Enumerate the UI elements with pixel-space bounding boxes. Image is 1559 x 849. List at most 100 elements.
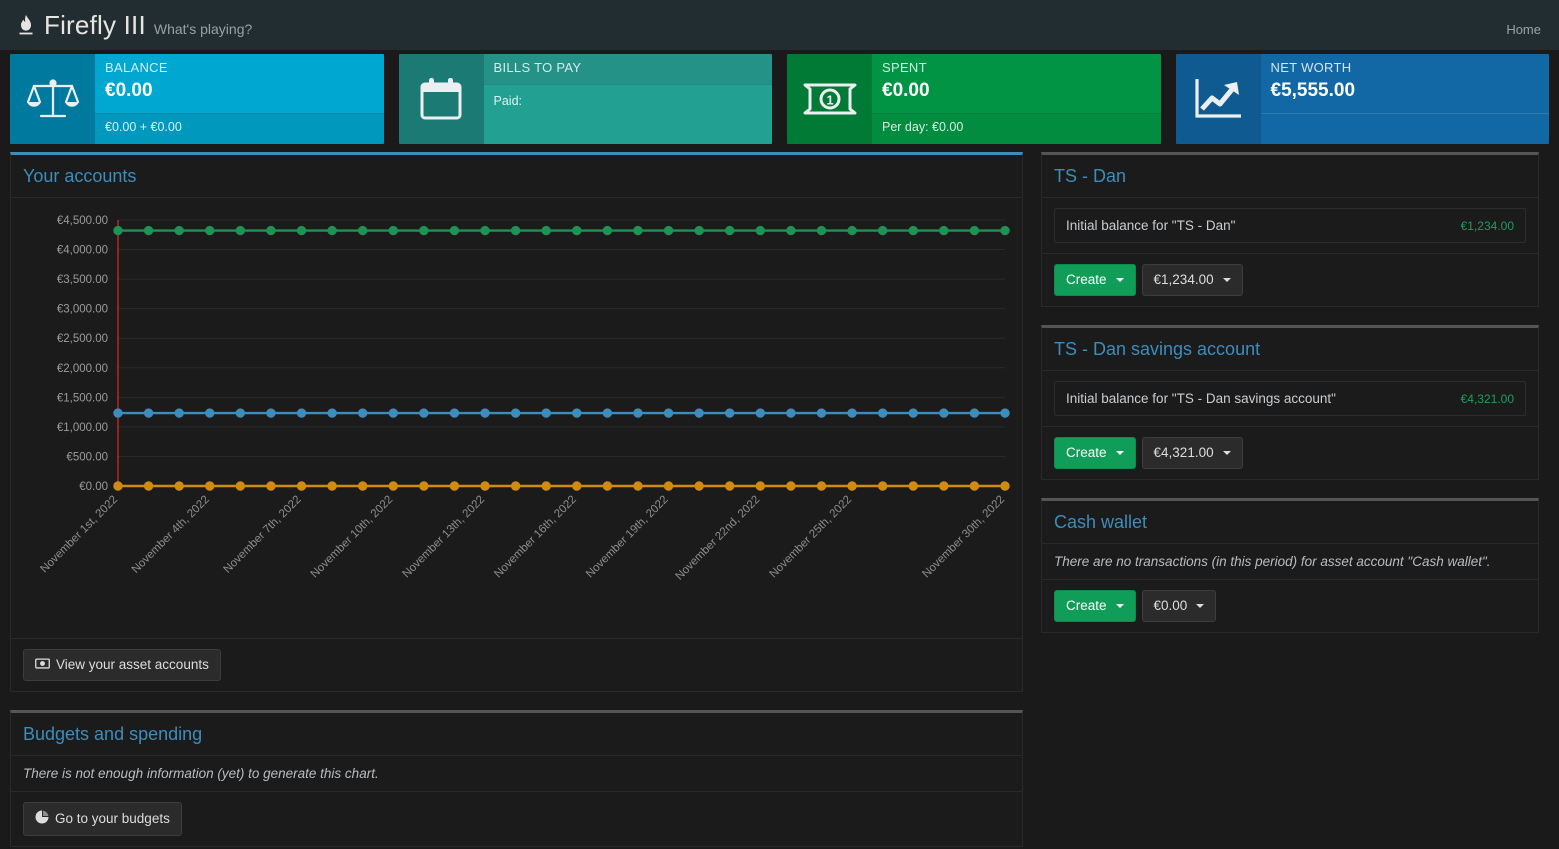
- accounts-chart-body: €0.00 €500.00 €1,000.00 €1,500.00 €2,000.00 €…: [11, 198, 1022, 638]
- info-box-row: BALANCE €0.00 €0.00 + €0.00 BILLS TO PAY…: [0, 50, 1559, 144]
- info-box-value: €5,555.00: [1270, 80, 1356, 101]
- brand-subtitle: What's playing?: [153, 20, 253, 37]
- right-column: TS - Dan Initial balance for "TS - Dan" …: [1041, 152, 1539, 651]
- panel-footer: Go to your budgets: [11, 791, 1022, 846]
- flame-icon: [16, 14, 36, 38]
- account-balance-dropdown[interactable]: €4,321.00: [1141, 437, 1243, 469]
- transaction-row[interactable]: Initial balance for "TS - Dan savings ac…: [1054, 381, 1526, 416]
- budgets-title[interactable]: Budgets and spending: [23, 724, 202, 744]
- panel-footer: View your asset accounts: [11, 638, 1022, 691]
- panel-footer: Create €1,234.00: [1042, 253, 1538, 306]
- account-title[interactable]: Cash wallet: [1054, 512, 1147, 532]
- chevron-down-icon: [1115, 451, 1124, 455]
- svg-text:€4,000.00: €4,000.00: [57, 245, 108, 257]
- account-card-ts-dan-savings: TS - Dan savings account Initial balance…: [1041, 325, 1539, 480]
- account-balance-dropdown[interactable]: €1,234.00: [1141, 264, 1243, 296]
- svg-text:1: 1: [826, 93, 833, 108]
- svg-text:November 22nd, 2022: November 22nd, 2022: [673, 494, 762, 583]
- panel-header: Your accounts: [11, 155, 1022, 198]
- info-box-label: SPENT: [882, 60, 927, 75]
- create-label: Create: [1066, 445, 1107, 460]
- money-bill-icon: 1: [787, 54, 872, 144]
- brand-logo[interactable]: Firefly III What's playing?: [16, 10, 252, 41]
- main-content: Your accounts €0.00 €500.00 €1,000.00 €1,50…: [0, 144, 1559, 849]
- create-label: Create: [1066, 272, 1107, 287]
- info-box-footer: €0.00 + €0.00: [95, 113, 384, 144]
- transaction-description: Initial balance for "TS - Dan": [1066, 218, 1236, 233]
- info-box-label: NET WORTH: [1270, 60, 1352, 75]
- button-label: View your asset accounts: [56, 657, 209, 672]
- chevron-down-icon: [1222, 278, 1231, 282]
- svg-text:€1,500.00: €1,500.00: [57, 392, 108, 404]
- panel-footer: Create €4,321.00: [1042, 426, 1538, 479]
- info-box-value: €0.00: [105, 80, 153, 101]
- account-title[interactable]: TS - Dan: [1054, 166, 1126, 186]
- panel-header: Cash wallet: [1042, 501, 1538, 544]
- accounts-chart[interactable]: €0.00 €500.00 €1,000.00 €1,500.00 €2,000.00 €…: [23, 208, 1010, 628]
- create-button[interactable]: Create: [1054, 590, 1136, 622]
- info-box-label: BALANCE: [105, 60, 168, 75]
- button-row: Create €4,321.00: [1054, 437, 1526, 469]
- top-navbar: Firefly III What's playing? Home: [0, 0, 1559, 50]
- button-label: Go to your budgets: [55, 811, 170, 826]
- account-title[interactable]: TS - Dan savings account: [1054, 339, 1260, 359]
- info-box-label: BILLS TO PAY: [493, 60, 582, 75]
- svg-text:November 30th, 2022: November 30th, 2022: [920, 494, 1007, 581]
- budgets-body: There is not enough information (yet) to…: [11, 756, 1022, 791]
- pie-chart-icon: [35, 810, 49, 828]
- svg-text:November 19th, 2022: November 19th, 2022: [584, 494, 671, 581]
- accounts-chart-svg[interactable]: €0.00 €500.00 €1,000.00 €1,500.00 €2,000.00 €…: [23, 208, 1011, 608]
- create-label: Create: [1066, 598, 1107, 613]
- balance-label: €1,234.00: [1153, 272, 1214, 287]
- account-balance-dropdown[interactable]: €0.00: [1141, 590, 1217, 622]
- account-body: There are no transactions (in this perio…: [1042, 544, 1538, 579]
- budgets-panel: Budgets and spending There is not enough…: [10, 710, 1023, 847]
- view-asset-accounts-button[interactable]: View your asset accounts: [23, 649, 221, 681]
- account-body: Initial balance for "TS - Dan savings ac…: [1042, 371, 1538, 426]
- info-box-bills-to-pay: BILLS TO PAY Paid:: [398, 54, 772, 144]
- transaction-row[interactable]: Initial balance for "TS - Dan" €1,234.00: [1054, 208, 1526, 243]
- info-box-footer: Paid:: [483, 84, 772, 144]
- svg-text:€3,500.00: €3,500.00: [57, 274, 108, 286]
- chevron-down-icon: [1222, 451, 1231, 455]
- svg-text:€500.00: €500.00: [66, 451, 108, 463]
- svg-text:€3,000.00: €3,000.00: [57, 304, 108, 316]
- button-row: Create €0.00: [1054, 590, 1526, 622]
- your-accounts-panel: Your accounts €0.00 €500.00 €1,000.00 €1,50…: [10, 152, 1023, 692]
- button-row: Create €1,234.00: [1054, 264, 1526, 296]
- brand-name: Firefly III: [44, 9, 146, 40]
- transaction-amount: €1,234.00: [1460, 218, 1514, 233]
- account-card-cash-wallet: Cash wallet There are no transactions (i…: [1041, 498, 1539, 633]
- chart-line-icon: [1175, 54, 1261, 144]
- left-column: Your accounts €0.00 €500.00 €1,000.00 €1,50…: [10, 152, 1023, 849]
- svg-text:€2,500.00: €2,500.00: [57, 333, 108, 345]
- create-button[interactable]: Create: [1054, 264, 1136, 296]
- balance-label: €4,321.00: [1153, 445, 1214, 460]
- svg-text:November 25th, 2022: November 25th, 2022: [767, 494, 854, 581]
- svg-text:November 7th, 2022: November 7th, 2022: [221, 494, 303, 576]
- page-title[interactable]: Your accounts: [23, 166, 136, 186]
- svg-text:€2,000.00: €2,000.00: [57, 363, 108, 375]
- chevron-down-icon: [1115, 604, 1124, 608]
- panel-header: TS - Dan: [1042, 155, 1538, 198]
- info-box-balance: BALANCE €0.00 €0.00 + €0.00: [10, 54, 384, 144]
- svg-text:November 10th, 2022: November 10th, 2022: [309, 494, 396, 581]
- go-to-budgets-button[interactable]: Go to your budgets: [23, 802, 182, 836]
- panel-header: TS - Dan savings account: [1042, 328, 1538, 371]
- info-box-net-worth: NET WORTH €5,555.00: [1175, 54, 1549, 144]
- svg-text:€1,000.00: €1,000.00: [57, 422, 108, 434]
- chevron-down-icon: [1196, 604, 1205, 608]
- info-box-footer: Per day: €0.00: [872, 113, 1161, 144]
- transaction-amount: €4,321.00: [1460, 391, 1514, 406]
- transaction-description: Initial balance for "TS - Dan savings ac…: [1066, 391, 1336, 406]
- calendar-icon: [398, 54, 484, 144]
- money-bill-icon: [35, 657, 50, 673]
- home-link[interactable]: Home: [1506, 22, 1541, 37]
- svg-text:€0.00: €0.00: [79, 481, 108, 493]
- svg-text:€4,500.00: €4,500.00: [57, 215, 108, 227]
- panel-header: Budgets and spending: [11, 713, 1022, 756]
- budgets-empty-message: There is not enough information (yet) to…: [23, 766, 379, 781]
- panel-footer: Create €0.00: [1042, 579, 1538, 632]
- create-button[interactable]: Create: [1054, 437, 1136, 469]
- svg-text:November 1st, 2022: November 1st, 2022: [38, 494, 120, 576]
